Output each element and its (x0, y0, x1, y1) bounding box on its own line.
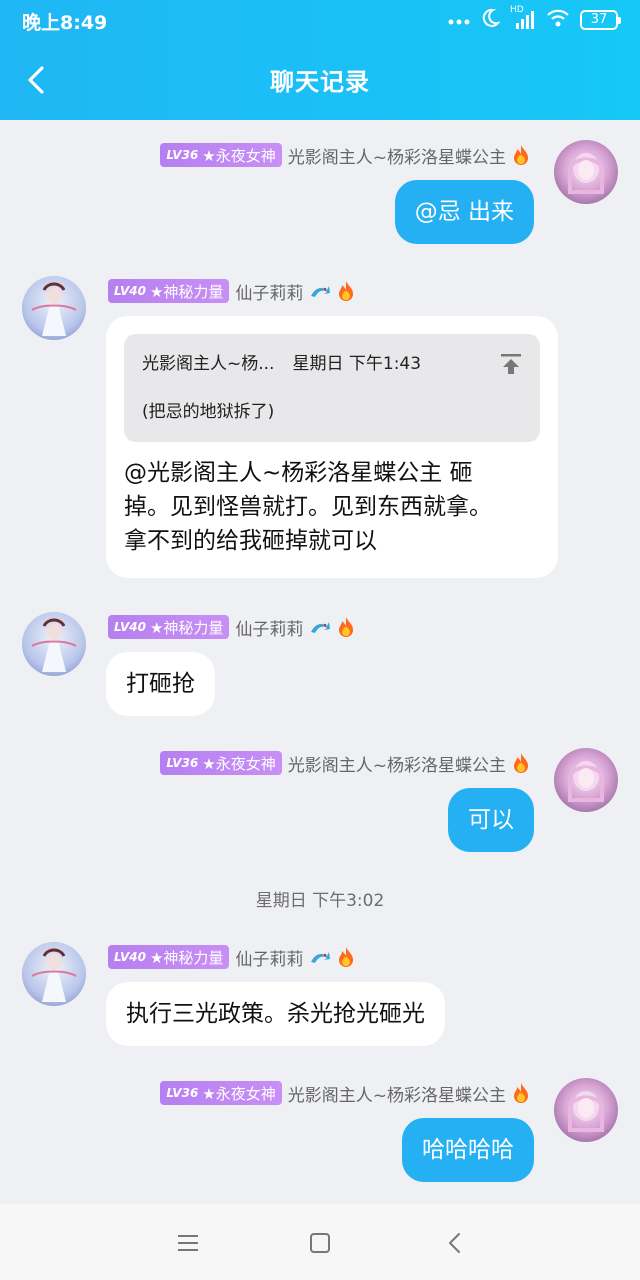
avatar[interactable] (22, 942, 86, 1006)
quote-header: 光影阁主人~杨... 星期日 下午1:43 (142, 348, 522, 380)
nav-menu-button[interactable] (173, 1228, 203, 1258)
status-bar: 晚上8:49 HD 37 (0, 0, 640, 40)
sender-name: 仙子莉莉 (235, 283, 304, 304)
wifi-icon (546, 8, 570, 32)
avatar[interactable] (554, 748, 618, 812)
page-title: 聊天记录 (270, 68, 370, 96)
message-item: LV36 ★永夜女神 光影阁主人~杨彩洛星蝶公主 哈哈哈哈 (0, 1078, 640, 1188)
message-text: @光影阁主人~杨彩洛星蝶公主 砸 掉。见到怪兽就打。见到东西就拿。 拿不到的给我… (124, 456, 540, 558)
battery-indicator: 37 (580, 10, 621, 30)
sender-meta: LV36 ★永夜女神 光影阁主人~杨彩洛星蝶公主 (160, 1080, 530, 1106)
time-divider: 星期日 下午3:02 (255, 891, 385, 911)
status-icons: HD 37 (448, 5, 621, 32)
avatar-portrait-icon (31, 282, 77, 336)
quoted-message[interactable]: 光影阁主人~杨... 星期日 下午1:43 (把忌的地狱拆了) (124, 334, 540, 442)
more-dots-icon (448, 11, 470, 30)
flame-icon (512, 752, 530, 774)
header-bar: 晚上8:49 HD 37 聊天记录 (0, 0, 640, 120)
home-square-icon (310, 1233, 330, 1253)
message-bubble[interactable]: 哈哈哈哈 (402, 1118, 534, 1182)
avatar-portrait-icon (568, 761, 604, 802)
sender-meta: LV40 ★神秘力量 仙子莉莉 (108, 614, 355, 640)
avatar-portrait-icon (31, 618, 77, 672)
message-bubble[interactable]: 执行三光政策。杀光抢光砸光 (106, 982, 445, 1046)
flame-icon (337, 280, 355, 302)
quote-text: (把忌的地狱拆了) (142, 402, 275, 422)
sender-name: 仙子莉莉 (235, 619, 304, 640)
level-badge: LV36 ★永夜女神 (160, 1081, 282, 1105)
menu-icon (178, 1235, 198, 1251)
dragon-icon (309, 946, 331, 968)
avatar[interactable] (22, 276, 86, 340)
sender-meta: LV36 ★永夜女神 光影阁主人~杨彩洛星蝶公主 (160, 142, 530, 168)
message-item: LV40 ★神秘力量 仙子莉莉 打砸抢 (0, 612, 640, 722)
dragon-icon (309, 616, 331, 638)
avatar[interactable] (554, 140, 618, 204)
sender-meta: LV40 ★神秘力量 仙子莉莉 (108, 944, 355, 970)
system-nav-bar (0, 1204, 640, 1280)
message-bubble[interactable]: @忌 出来 (394, 180, 534, 244)
quote-time: 星期日 下午1:43 (292, 354, 422, 374)
nav-home-button[interactable] (305, 1228, 335, 1258)
status-time: 晚上8:49 (22, 12, 108, 34)
signal-icon: HD (510, 5, 536, 31)
back-triangle-icon (449, 1233, 460, 1253)
level-badge: LV40 ★神秘力量 (108, 615, 230, 639)
avatar-portrait-icon (568, 1091, 604, 1132)
level-badge: LV40 ★神秘力量 (108, 279, 230, 303)
message-item: LV36 ★永夜女神 光影阁主人~杨彩洛星蝶公主 可以 (0, 748, 640, 858)
message-item: LV40 ★神秘力量 仙子莉莉 光影阁主人~杨... 星期日 下午1:43 (把忌… (0, 276, 640, 586)
sender-name: 光影阁主人~杨彩洛星蝶公主 (287, 1085, 506, 1106)
nav-back-button[interactable] (440, 1228, 470, 1258)
avatar-portrait-icon (568, 153, 604, 194)
flame-icon (337, 616, 355, 638)
sender-name: 仙子莉莉 (235, 949, 304, 970)
sender-meta: LV40 ★神秘力量 仙子莉莉 (108, 278, 355, 304)
flame-icon (512, 144, 530, 166)
flame-icon (337, 946, 355, 968)
level-badge: LV36 ★永夜女神 (160, 143, 282, 167)
sender-name: 光影阁主人~杨彩洛星蝶公主 (287, 755, 506, 776)
sender-meta: LV36 ★永夜女神 光影阁主人~杨彩洛星蝶公主 (160, 750, 530, 776)
level-badge: LV36 ★永夜女神 (160, 751, 282, 775)
message-line: 拿不到的给我砸掉就可以 (124, 528, 377, 554)
message-bubble[interactable]: 打砸抢 (106, 652, 215, 716)
message-bubble[interactable]: 光影阁主人~杨... 星期日 下午1:43 (把忌的地狱拆了) @光影阁主人~杨… (106, 316, 558, 578)
avatar-portrait-icon (31, 948, 77, 1002)
avatar[interactable] (554, 1078, 618, 1142)
message-bubble[interactable]: 可以 (448, 788, 534, 852)
flame-icon (512, 1082, 530, 1104)
message-line: 掉。见到怪兽就打。见到东西就拿。 (124, 494, 492, 520)
message-line: @光影阁主人~杨彩洛星蝶公主 砸 (124, 460, 473, 486)
message-item: LV40 ★神秘力量 仙子莉莉 执行三光政策。杀光抢光砸光 (0, 942, 640, 1052)
sender-name: 光影阁主人~杨彩洛星蝶公主 (287, 147, 506, 168)
quote-author: 光影阁主人~杨... (142, 354, 275, 374)
moon-icon (480, 8, 501, 32)
dragon-icon (309, 280, 331, 302)
level-badge: LV40 ★神秘力量 (108, 945, 230, 969)
message-item: LV36 ★永夜女神 光影阁主人~杨彩洛星蝶公主 @忌 出来 (0, 140, 640, 250)
jump-to-top-icon[interactable] (500, 352, 522, 374)
avatar[interactable] (22, 612, 86, 676)
